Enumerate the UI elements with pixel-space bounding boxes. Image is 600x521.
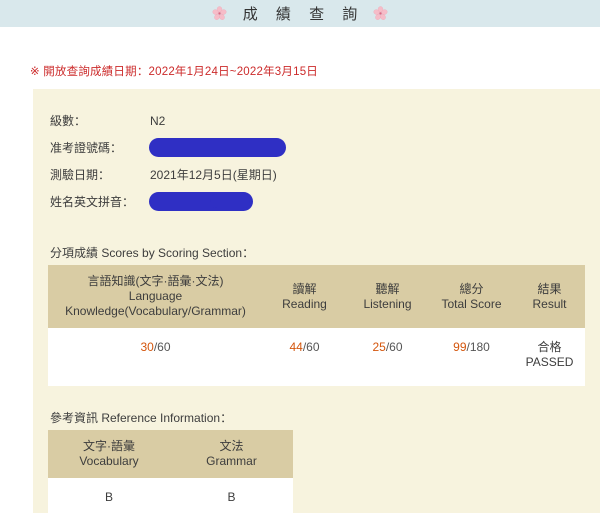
score-max: /60 [302, 340, 320, 354]
info-label-test-date: 測驗日期： [50, 168, 111, 182]
info-label-exam-number: 准考證號碼： [50, 141, 123, 155]
candidate-info-list: 級數： N2 准考證號碼： 測驗日期： 2021年12月5日(星期日) 姓名英文… [50, 107, 350, 215]
reference-column-grammar: 文法 Grammar [170, 430, 293, 478]
reference-table: 文字·語彙 Vocabulary 文法 Grammar B B [48, 430, 293, 521]
availability-notice: ※ 開放查詢成績日期：2022年1月24日~2022年3月15日 [30, 66, 318, 78]
page-header-band: 成 績 查 詢 [0, 0, 600, 27]
result-panel: 級數： N2 准考證號碼： 測驗日期： 2021年12月5日(星期日) 姓名英文… [33, 89, 600, 521]
column-label-zh: 聽解 [375, 281, 400, 296]
scores-column-listening: 聽解 Listening [346, 265, 429, 328]
column-label-en-line2: Knowledge(Vocabulary/Grammar) [65, 304, 246, 318]
score-cell-reading: 44/60 [263, 328, 346, 386]
column-label-en: Grammar [206, 454, 257, 468]
scores-column-total: 總分 Total Score [429, 265, 514, 328]
info-label-level: 級數： [50, 114, 87, 128]
score-cell-language-knowledge: 30/60 [48, 328, 263, 386]
reference-table-row: B B [48, 478, 293, 521]
score-value: 30 [140, 340, 154, 354]
info-row-exam-number: 准考證號碼： [50, 134, 350, 161]
column-label-zh: 結果 [537, 281, 562, 296]
score-max: /60 [385, 340, 403, 354]
scores-table: 言語知識(文字·語彙·文法) Language Knowledge(Vocabu… [48, 265, 585, 386]
scores-table-row: 30/60 44/60 25/60 99/180 合格 PASSED [48, 328, 585, 386]
info-row-name-romaji: 姓名英文拼音： [50, 188, 350, 215]
reference-section-caption: 參考資訊 Reference Information： [50, 411, 233, 425]
column-label-zh: 總分 [459, 281, 484, 296]
info-label-name-romaji: 姓名英文拼音： [50, 195, 135, 209]
column-label-en-line1: Reading [282, 296, 327, 311]
page-content: ※ 開放查詢成績日期：2022年1月24日~2022年3月15日 級數： N2 … [0, 27, 600, 521]
result-badge-en: PASSED [525, 355, 574, 369]
info-row-level: 級數： N2 [50, 107, 350, 134]
column-label-en-line1: Result [532, 296, 567, 311]
scores-column-language-knowledge: 言語知識(文字·語彙·文法) Language Knowledge(Vocabu… [48, 265, 263, 328]
column-label-zh: 言語知識(文字·語彙·文法) [87, 274, 224, 288]
column-label-en: Vocabulary [79, 454, 139, 468]
score-value: 99 [453, 340, 467, 354]
score-value: 25 [372, 340, 386, 354]
column-label-zh: 讀解 [292, 281, 317, 296]
score-max: /60 [153, 340, 171, 354]
scores-section-caption: 分項成績 Scores by Scoring Section： [50, 246, 255, 260]
page-title: 成 績 查 詢 [242, 6, 365, 23]
info-value-level: N2 [150, 113, 166, 128]
cherry-blossom-icon-left [212, 6, 227, 21]
score-cell-listening: 25/60 [346, 328, 429, 386]
info-value-test-date: 2021年12月5日(星期日) [150, 168, 277, 182]
scores-column-result: 結果 Result [514, 265, 585, 328]
score-max: /180 [466, 340, 490, 354]
grade-cell-grammar: B [170, 478, 293, 521]
info-row-test-date: 測驗日期： 2021年12月5日(星期日) [50, 161, 350, 188]
reference-column-vocabulary: 文字·語彙 Vocabulary [48, 430, 170, 478]
scores-column-reading: 讀解 Reading [263, 265, 346, 328]
scores-table-header-row: 言語知識(文字·語彙·文法) Language Knowledge(Vocabu… [48, 265, 585, 328]
score-cell-total: 99/180 [429, 328, 514, 386]
result-badge-zh: 合格 [537, 340, 562, 354]
reference-table-header-row: 文字·語彙 Vocabulary 文法 Grammar [48, 430, 293, 478]
column-label-zh: 文法 [219, 439, 244, 453]
column-label-en-line1: Language [128, 289, 183, 303]
score-cell-result: 合格 PASSED [514, 328, 585, 386]
redaction-name-romaji [150, 193, 252, 210]
redaction-exam-number [150, 139, 285, 156]
grade-cell-vocabulary: B [48, 478, 170, 521]
column-label-en-line1: Listening [363, 296, 412, 311]
cherry-blossom-icon-right [373, 6, 388, 21]
score-value: 44 [289, 340, 303, 354]
column-label-en-line1: Total Score [441, 296, 502, 311]
column-label-zh: 文字·語彙 [83, 439, 135, 453]
